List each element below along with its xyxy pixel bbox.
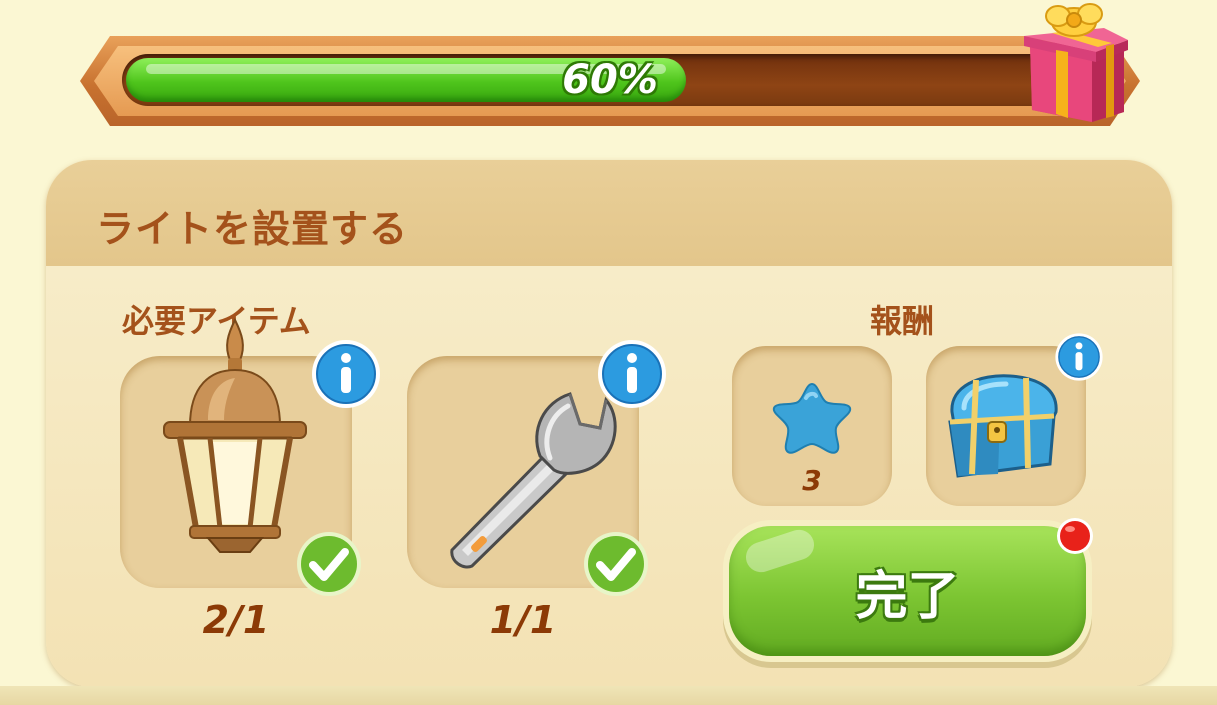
notification-dot-icon bbox=[1057, 518, 1093, 554]
progress-label: 60% bbox=[562, 57, 658, 103]
info-icon[interactable] bbox=[310, 338, 382, 410]
blue-star-icon bbox=[772, 382, 852, 454]
quest-title: ライトを設置する bbox=[96, 207, 409, 251]
gift-box-icon[interactable] bbox=[1012, 0, 1136, 124]
info-icon[interactable] bbox=[596, 338, 668, 410]
item-count: 1/1 bbox=[489, 598, 557, 642]
quest-header: ライトを設置する bbox=[46, 160, 1172, 266]
check-icon bbox=[297, 532, 361, 596]
complete-button[interactable]: 完了 bbox=[729, 526, 1086, 656]
complete-button-label: 完了 bbox=[855, 566, 960, 627]
reward-count: 3 bbox=[802, 464, 822, 497]
info-icon[interactable] bbox=[1054, 332, 1104, 382]
item-count: 2/1 bbox=[202, 598, 270, 642]
treasure-chest-icon bbox=[948, 374, 1058, 478]
bottom-strip bbox=[0, 686, 1217, 705]
rewards-label: 報酬 bbox=[870, 302, 935, 340]
check-icon bbox=[584, 532, 648, 596]
lantern-icon bbox=[163, 317, 307, 553]
